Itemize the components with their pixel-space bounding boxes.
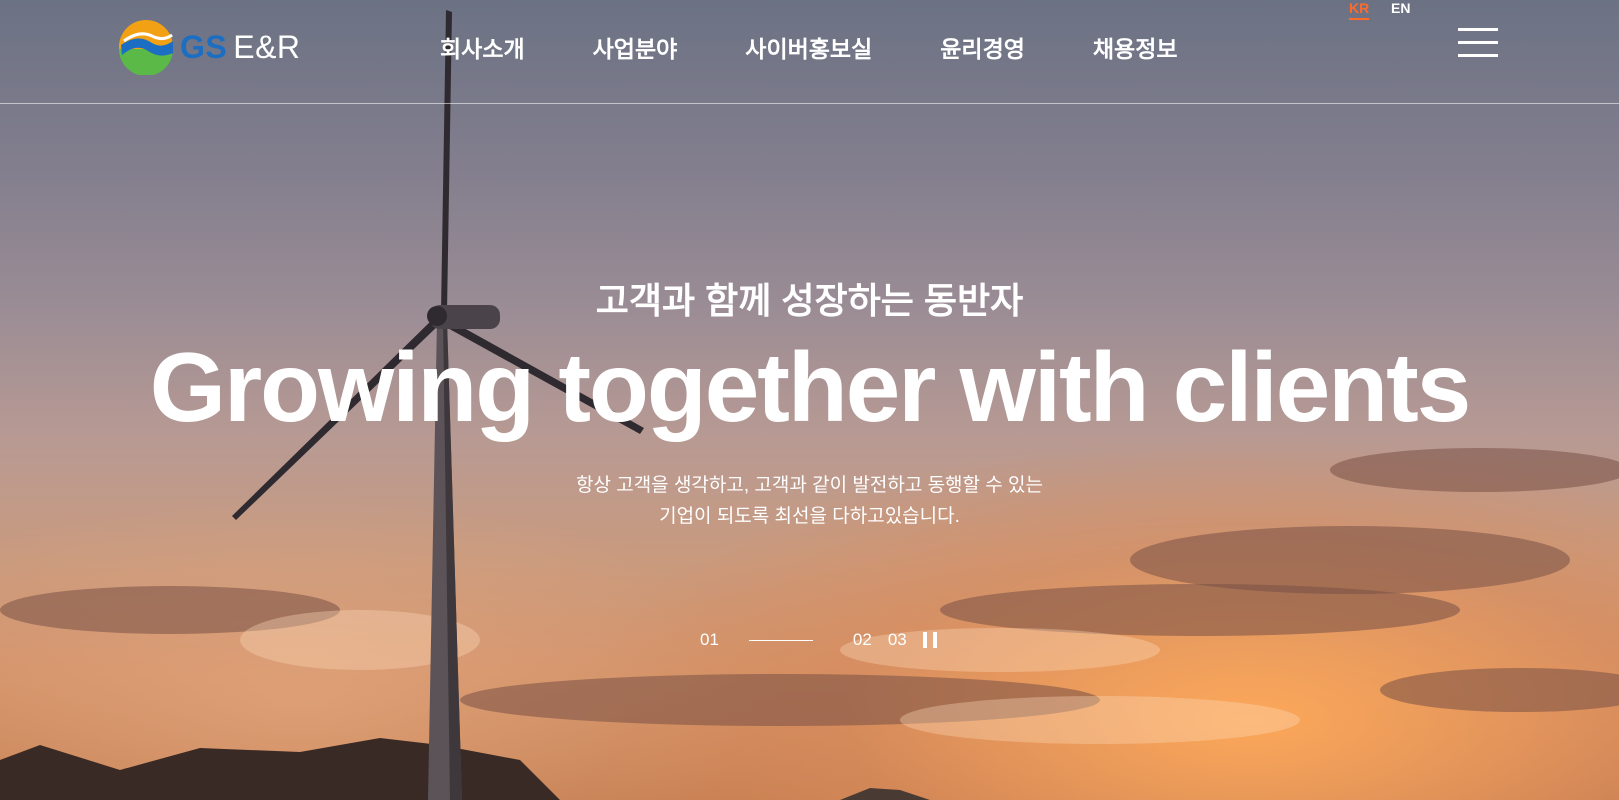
slide-progress-line bbox=[748, 639, 813, 641]
lang-kr-link[interactable]: KR bbox=[1349, 0, 1370, 20]
lang-en-link[interactable]: EN bbox=[1391, 0, 1410, 16]
nav-business[interactable]: 사업분야 bbox=[593, 30, 678, 64]
slide-pager: 01 02 03 bbox=[700, 629, 937, 651]
logo-er-text: E&R bbox=[233, 28, 301, 65]
hero-desc-line1: 항상 고객을 생각하고, 고객과 같이 발전하고 동행할 수 있는 bbox=[575, 475, 1044, 496]
gs-logo-icon bbox=[119, 20, 173, 75]
hamburger-line bbox=[1458, 28, 1498, 31]
hero-desc-line2: 기업이 되도록 최선을 다하고있습니다. bbox=[659, 506, 960, 527]
gs-er-logo[interactable]: GS E&R bbox=[118, 19, 301, 75]
nav-ethics[interactable]: 윤리경영 bbox=[940, 30, 1025, 64]
hamburger-line bbox=[1458, 41, 1498, 44]
nav-company[interactable]: 회사소개 bbox=[440, 30, 525, 64]
slide-01-button[interactable]: 01 bbox=[700, 630, 719, 650]
hamburger-menu-icon[interactable] bbox=[1458, 28, 1498, 58]
pause-icon[interactable] bbox=[922, 632, 937, 648]
slide-02-button[interactable]: 02 bbox=[853, 630, 872, 650]
hamburger-line bbox=[1458, 54, 1498, 57]
site-header: GS E&R 회사소개 사업분야 사이버홍보실 윤리경영 채용정보 KR EN bbox=[0, 0, 1619, 104]
slide-03-button[interactable]: 03 bbox=[888, 630, 907, 650]
hero-title: Growing together with clients bbox=[149, 332, 1472, 442]
nav-careers[interactable]: 채용정보 bbox=[1093, 30, 1178, 64]
main-nav: 회사소개 사업분야 사이버홍보실 윤리경영 채용정보 bbox=[440, 30, 1246, 64]
logo-gs-text: GS bbox=[180, 28, 228, 65]
hero-description: 항상 고객을 생각하고, 고객과 같이 발전하고 동행할 수 있는 기업이 되도… bbox=[0, 470, 1619, 532]
nav-pr-room[interactable]: 사이버홍보실 bbox=[745, 30, 872, 64]
hero-kicker: 고객과 함께 성장하는 동반자 bbox=[595, 280, 1024, 321]
